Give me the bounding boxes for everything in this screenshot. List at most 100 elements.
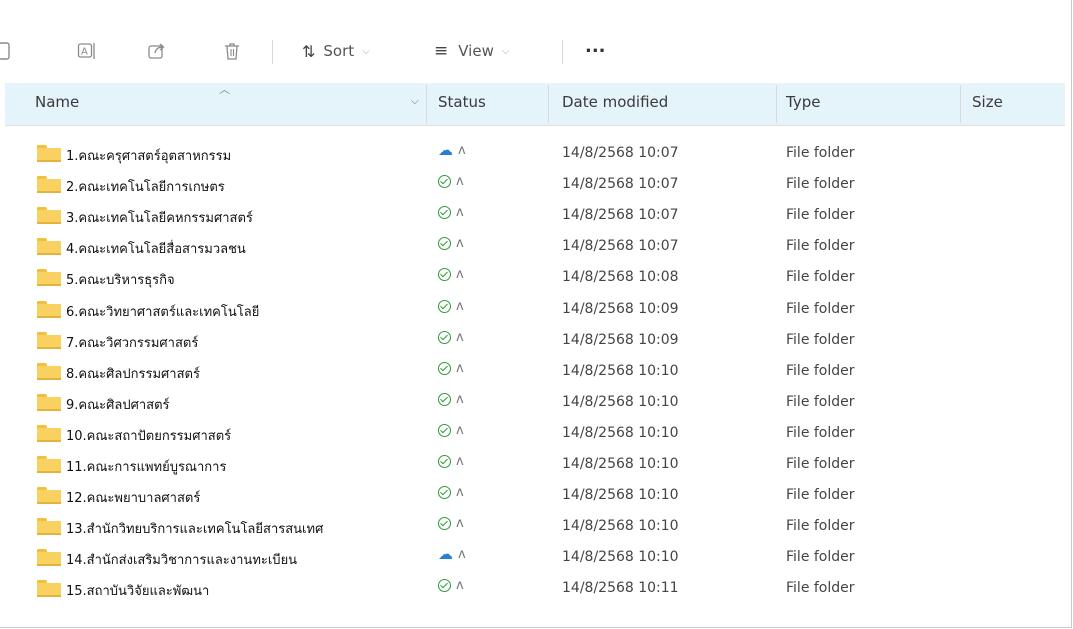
share-icon[interactable] (146, 40, 168, 62)
synced-check-icon (438, 392, 451, 406)
file-name: 15.สถาบันวิจัยและพัฒนา (66, 584, 210, 600)
date-modified: 14/8/2568 10:10 (562, 487, 679, 504)
cloud-status-icon: ☁ (438, 141, 453, 159)
toolbar-divider (272, 40, 273, 64)
file-type: File folder (786, 176, 855, 193)
table-row[interactable]: 10.คณะสถาปัตยกรรมศาสตร์ ᴧ 14/8/2568 10:10 F… (0, 419, 1060, 448)
table-row[interactable]: 9.คณะศิลปศาสตร์ ᴧ 14/8/2568 10:10 File fold… (0, 388, 1060, 417)
synced-check-icon (438, 175, 451, 189)
shared-person-icon: ᴧ (456, 578, 464, 594)
shared-person-icon: ᴧ (456, 422, 464, 438)
delete-icon[interactable] (221, 40, 243, 62)
shared-person-icon: ᴧ (456, 485, 464, 501)
folder-icon (37, 362, 61, 380)
date-modified: 14/8/2568 10:07 (562, 207, 679, 224)
shared-person-icon: ᴧ (456, 391, 464, 407)
table-row[interactable]: 12.คณะพยาบาลศาสตร์ ᴧ 14/8/2568 10:10 File f… (0, 481, 1060, 510)
file-type: File folder (786, 269, 855, 286)
table-row[interactable]: 7.คณะวิศวกรรมศาสตร์ ᴧ 14/8/2568 10:09 File … (0, 326, 1060, 355)
table-row[interactable]: 3.คณะเทคโนโลยีคหกรรมศาสตร์ ᴧ 14/8/2568 10:… (0, 201, 1060, 230)
table-row[interactable]: 2.คณะเทคโนโลยีการเกษตร ᴧ 14/8/2568 10:07 Fi… (0, 170, 1060, 199)
table-row[interactable]: 13.สำนักวิทยบริการและเทคโนโลยีสารสนเทศ ᴧ 1… (0, 512, 1060, 541)
cut-icon[interactable] (0, 40, 16, 62)
date-modified: 14/8/2568 10:10 (562, 549, 679, 566)
column-header-size[interactable]: Size (972, 93, 1003, 111)
file-name: 14.สำนักส่งเสริมวิชาการและงานทะเบียน (66, 553, 298, 569)
sort-label: Sort (323, 42, 355, 60)
sort-ascending-icon: ︿ (219, 83, 230, 96)
folder-icon (37, 487, 61, 505)
shared-person-icon: ᴧ (456, 174, 464, 190)
file-name: 11.คณะการแพทย์บูรณาการ (66, 460, 227, 475)
status-cell: ☁ ᴧ (438, 141, 466, 159)
explorer-window: A ⇅ Sort ⌵ ≡ View ⌵ ... ︿ Name ⌵ Status (0, 0, 1072, 628)
view-button[interactable]: ≡ View ⌵ (434, 37, 509, 65)
folder-icon (37, 238, 61, 256)
view-label: View (458, 42, 494, 60)
file-type: File folder (786, 238, 855, 255)
synced-check-icon (438, 361, 451, 375)
synced-check-icon (438, 330, 451, 344)
synced-check-icon (438, 517, 451, 531)
column-header-name[interactable]: Name (35, 93, 79, 111)
date-modified: 14/8/2568 10:07 (562, 176, 679, 193)
sort-button[interactable]: ⇅ Sort ⌵ (302, 37, 370, 65)
file-type: File folder (786, 456, 855, 472)
chevron-down-icon[interactable]: ⌵ (411, 96, 419, 107)
column-divider[interactable] (776, 85, 777, 123)
file-name: 13.สำนักวิทยบริการและเทคโนโลยีสารสนเทศ (66, 522, 324, 538)
column-header-date[interactable]: Date modified (562, 93, 668, 111)
status-cell: ᴧ (438, 516, 464, 531)
table-row[interactable]: 8.คณะศิลปกรรมศาสตร์ ᴧ 14/8/2568 10:10 File … (0, 357, 1060, 386)
table-row[interactable]: 11.คณะการแพทย์บูรณาการ ᴧ 14/8/2568 10:10 Fi… (0, 450, 1060, 479)
more-options-button[interactable]: ... (585, 32, 606, 60)
status-cell: ᴧ (438, 392, 464, 407)
status-cell: ᴧ (438, 361, 464, 376)
file-type: File folder (786, 362, 855, 379)
view-icon: ≡ (434, 41, 449, 61)
toolbar-divider (562, 40, 563, 64)
column-header-status[interactable]: Status (438, 93, 486, 111)
file-type: File folder (786, 549, 855, 566)
more-label: ... (585, 35, 606, 57)
table-row[interactable]: 14.สำนักส่งเสริมวิชาการและงานทะเบียน ☁ ᴧ 14… (0, 543, 1060, 572)
file-name: 2.คณะเทคโนโลยีการเกษตร (66, 180, 225, 196)
file-type: File folder (786, 393, 855, 410)
folder-icon (37, 424, 61, 442)
command-bar: A ⇅ Sort ⌵ ≡ View ⌵ ... (0, 22, 1060, 80)
status-cell: ᴧ (438, 423, 464, 438)
shared-person-icon: ᴧ (456, 454, 464, 469)
date-modified: 14/8/2568 10:09 (562, 300, 679, 317)
folder-icon (37, 518, 61, 536)
date-modified: 14/8/2568 10:08 (562, 269, 679, 286)
status-cell: ᴧ (438, 299, 464, 314)
table-row[interactable]: 15.สถาบันวิจัยและพัฒนา ᴧ 14/8/2568 10:11 Fi… (0, 574, 1060, 603)
status-cell: ᴧ (438, 578, 464, 593)
date-modified: 14/8/2568 10:11 (562, 580, 679, 597)
column-divider[interactable] (960, 85, 961, 123)
chevron-down-icon: ⌵ (501, 45, 510, 57)
column-header-type[interactable]: Type (786, 93, 820, 111)
file-name: 12.คณะพยาบาลศาสตร์ (66, 491, 201, 507)
column-divider[interactable] (426, 85, 427, 123)
table-row[interactable]: 4.คณะเทคโนโลยีสื่อสารมวลชน ᴧ 14/8/2568 10:… (0, 232, 1060, 261)
file-name: 5.คณะบริหารธุรกิจ (66, 273, 175, 289)
synced-check-icon (438, 455, 451, 468)
file-name: 8.คณะศิลปกรรมศาสตร์ (66, 366, 200, 382)
file-type: File folder (786, 580, 855, 597)
table-row[interactable]: 1.คณะครุศาสตร์อุตสาหกรรม ☁ ᴧ 14/8/2568 10:0… (0, 139, 1060, 168)
column-divider[interactable] (548, 85, 549, 123)
file-name: 6.คณะวิทยาศาสตร์และเทคโนโลยี (66, 304, 260, 320)
shared-person-icon: ᴧ (456, 516, 464, 532)
file-name: 1.คณะครุศาสตร์อุตสาหกรรม (66, 149, 232, 164)
file-name: 4.คณะเทคโนโลยีสื่อสารมวลชน (66, 242, 246, 258)
folder-icon (37, 207, 61, 225)
rename-icon[interactable]: A (76, 40, 98, 62)
folder-icon (37, 300, 61, 318)
table-row[interactable]: 6.คณะวิทยาศาสตร์และเทคโนโลยี ᴧ 14/8/2568 1… (0, 295, 1060, 324)
shared-person-icon: ᴧ (456, 205, 464, 221)
table-row[interactable]: 5.คณะบริหารธุรกิจ ᴧ 14/8/2568 10:08 File fo… (0, 263, 1060, 292)
synced-check-icon (438, 579, 451, 593)
file-name: 7.คณะวิศวกรรมศาสตร์ (66, 335, 199, 351)
status-cell: ᴧ (438, 236, 464, 251)
